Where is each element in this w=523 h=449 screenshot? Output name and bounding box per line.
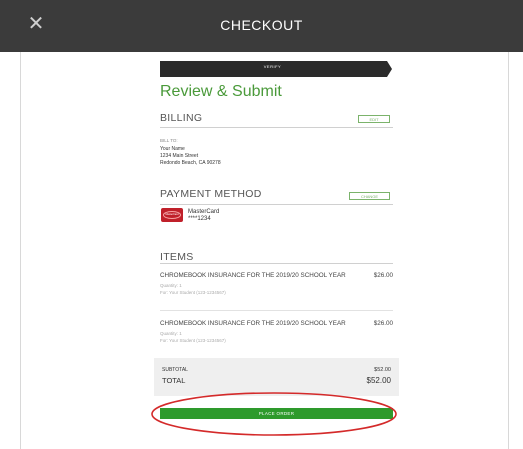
billing-city: Redondo Beach, CA 90278	[160, 160, 221, 166]
subtotal-value: $52.00	[374, 367, 391, 373]
item-name: CHROMEBOOK INSURANCE FOR THE 2019/20 SCH…	[160, 272, 346, 279]
total-label: TOTAL	[162, 376, 186, 385]
header-bar: ✕ CHECKOUT	[0, 0, 523, 52]
items-divider	[160, 263, 393, 264]
progress-bar: VERIFY	[158, 60, 395, 78]
order-summary: SUBTOTAL $52.00 TOTAL $52.00	[154, 358, 399, 396]
page-header-title: CHECKOUT	[220, 17, 303, 33]
billing-divider	[160, 127, 393, 128]
billing-street: 1234 Main Street	[160, 153, 199, 159]
payment-heading: PAYMENT METHOD	[160, 188, 262, 200]
item-student: For: Your Student (123-1234567)	[160, 338, 226, 343]
subtotal-label: SUBTOTAL	[162, 367, 188, 373]
edit-billing-button[interactable]: EDIT	[358, 115, 390, 123]
card-logo: MasterCard	[163, 211, 181, 219]
item-price: $26.00	[373, 320, 393, 327]
right-divider	[508, 52, 509, 449]
item-name: CHROMEBOOK INSURANCE FOR THE 2019/20 SCH…	[160, 320, 346, 327]
progress-arrow-shape	[160, 61, 392, 77]
item-student: For: Your Student (123-1234567)	[160, 290, 226, 295]
card-brand: MasterCard	[188, 209, 220, 215]
bill-to-label: BILL TO:	[160, 138, 178, 143]
card-number: ****1234	[188, 216, 211, 222]
billing-name: Your Name	[160, 146, 185, 152]
items-heading: ITEMS	[160, 251, 194, 263]
progress-step-label: VERIFY	[263, 64, 282, 69]
place-order-button[interactable]: PLACE ORDER	[160, 408, 393, 419]
mastercard-icon: MasterCard	[161, 208, 183, 222]
item-price: $26.00	[373, 272, 393, 279]
item-quantity: Quantity: 1	[160, 283, 182, 288]
left-divider	[20, 52, 21, 449]
item-divider	[160, 310, 393, 311]
item-quantity: Quantity: 1	[160, 331, 182, 336]
payment-divider	[160, 204, 393, 205]
billing-heading: BILLING	[160, 112, 203, 124]
page-title: Review & Submit	[160, 83, 282, 100]
checkout-panel: VERIFY Review & Submit BILLING EDIT BILL…	[154, 58, 399, 449]
total-value: $52.00	[366, 376, 391, 385]
change-payment-button[interactable]: CHANGE	[349, 192, 390, 200]
